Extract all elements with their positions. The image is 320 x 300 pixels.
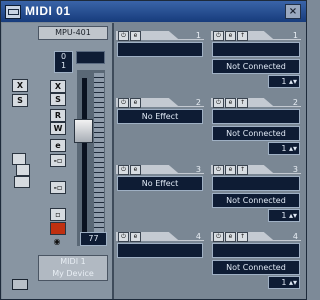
edit-icon[interactable]: e: [130, 165, 141, 175]
insert-slot-1: ⏻ e 1: [116, 31, 204, 92]
send-bypass-button[interactable]: -▫: [50, 181, 66, 194]
insert-slot-4: ⏻ e 4: [116, 232, 204, 293]
channel-strip: MPU-401 0 1 X S X S R W e -▫ -▫ ▫ ◉ 77 M…: [2, 23, 114, 299]
solo-button[interactable]: S: [50, 93, 66, 106]
send-channel-select[interactable]: 1 ▴▾: [268, 75, 300, 88]
read-button[interactable]: R: [50, 109, 66, 122]
volume-value[interactable]: 77: [80, 232, 107, 246]
send-channel-select[interactable]: 1 ▴▾: [268, 209, 300, 222]
view-toggle-2[interactable]: [16, 164, 30, 176]
edit-button-s[interactable]: S: [12, 94, 28, 107]
send-slot-1: ⏻ e ↑ 1 Not Connected 1 ▴▾: [211, 31, 301, 92]
close-button[interactable]: ×: [285, 4, 301, 19]
insert-effect-select[interactable]: No Effect: [117, 109, 203, 124]
insert-effect-select[interactable]: [117, 42, 203, 57]
send-level[interactable]: [212, 176, 300, 191]
write-button[interactable]: W: [50, 122, 66, 135]
output-routing[interactable]: MIDI 1 My Device: [38, 255, 108, 281]
midi-port-icon: [5, 5, 21, 19]
edit-icon[interactable]: e: [225, 232, 236, 242]
send-slot-4: ⏻ e ↑ 4 Not Connected 1 ▴▾: [211, 232, 301, 293]
insert-effect-select[interactable]: [117, 243, 203, 258]
mute-button[interactable]: X: [50, 80, 66, 93]
insert-number: 1: [195, 31, 201, 40]
device-name: MPU-401: [38, 26, 108, 40]
prefader-icon[interactable]: ↑: [237, 232, 248, 242]
output-device: My Device: [52, 269, 94, 278]
volume-fader-knob[interactable]: [74, 119, 93, 143]
send-number: 1: [292, 31, 298, 40]
power-icon[interactable]: ⏻: [118, 232, 129, 242]
prefader-icon[interactable]: ↑: [237, 98, 248, 108]
midi-channel-window: MIDI 01 × MPU-401 0 1 X S X S R W e -▫ -…: [0, 0, 307, 300]
insert-number: 3: [195, 165, 201, 174]
send-level[interactable]: [212, 42, 300, 57]
power-icon[interactable]: ⏻: [118, 165, 129, 175]
send-channel-select[interactable]: 1 ▴▾: [268, 142, 300, 155]
edit-icon[interactable]: e: [130, 98, 141, 108]
fader-scale: [94, 73, 104, 241]
power-icon[interactable]: ⏻: [118, 31, 129, 41]
insert-number: 2: [195, 98, 201, 107]
send-slot-2: ⏻ e ↑ 2 Not Connected 1 ▴▾: [211, 98, 301, 159]
fader-slot: [82, 78, 87, 238]
power-icon[interactable]: ⏻: [213, 98, 224, 108]
program-number: 0: [60, 52, 67, 61]
power-icon[interactable]: ⏻: [213, 31, 224, 41]
prefader-icon[interactable]: ↑: [237, 31, 248, 41]
view-toggle-3[interactable]: [14, 176, 30, 188]
edit-icon[interactable]: e: [130, 232, 141, 242]
send-slot-3: ⏻ e ↑ 3 Not Connected 1 ▴▾: [211, 165, 301, 226]
send-channel-select[interactable]: 1 ▴▾: [268, 276, 300, 289]
send-number: 3: [292, 165, 298, 174]
send-destination[interactable]: Not Connected: [212, 59, 300, 74]
power-icon[interactable]: ⏻: [118, 98, 129, 108]
edit-icon[interactable]: e: [130, 31, 141, 41]
insert-slot-2: ⏻ e 2 No Effect: [116, 98, 204, 159]
program-sub: 1: [60, 61, 67, 70]
keyboard-icon[interactable]: [12, 279, 28, 290]
edit-icon[interactable]: e: [225, 31, 236, 41]
send-destination[interactable]: Not Connected: [212, 193, 300, 208]
window-title: MIDI 01: [25, 4, 71, 18]
insert-slot-3: ⏻ e 3 No Effect: [116, 165, 204, 226]
prefader-icon[interactable]: ↑: [237, 165, 248, 175]
insert-bypass-button[interactable]: -▫: [50, 154, 66, 167]
edit-button[interactable]: e: [50, 139, 66, 152]
send-destination[interactable]: Not Connected: [212, 126, 300, 141]
send-number: 2: [292, 98, 298, 107]
send-destination[interactable]: Not Connected: [212, 260, 300, 275]
monitor-button[interactable]: ▫: [50, 208, 66, 221]
insert-effect-select[interactable]: No Effect: [117, 176, 203, 191]
title-bar[interactable]: MIDI 01 ×: [1, 1, 306, 22]
phase-icon: ◉: [50, 236, 64, 247]
bank-display[interactable]: [76, 51, 105, 64]
power-icon[interactable]: ⏻: [213, 165, 224, 175]
record-enable-button[interactable]: [50, 222, 66, 235]
send-level[interactable]: [212, 243, 300, 258]
edit-icon[interactable]: e: [225, 98, 236, 108]
insert-number: 4: [195, 232, 201, 241]
edit-icon[interactable]: e: [225, 165, 236, 175]
edit-button-x[interactable]: X: [12, 79, 28, 92]
power-icon[interactable]: ⏻: [213, 232, 224, 242]
send-number: 4: [292, 232, 298, 241]
program-display[interactable]: 0 1: [54, 51, 73, 73]
output-port: MIDI 1: [60, 257, 86, 266]
send-level[interactable]: [212, 109, 300, 124]
